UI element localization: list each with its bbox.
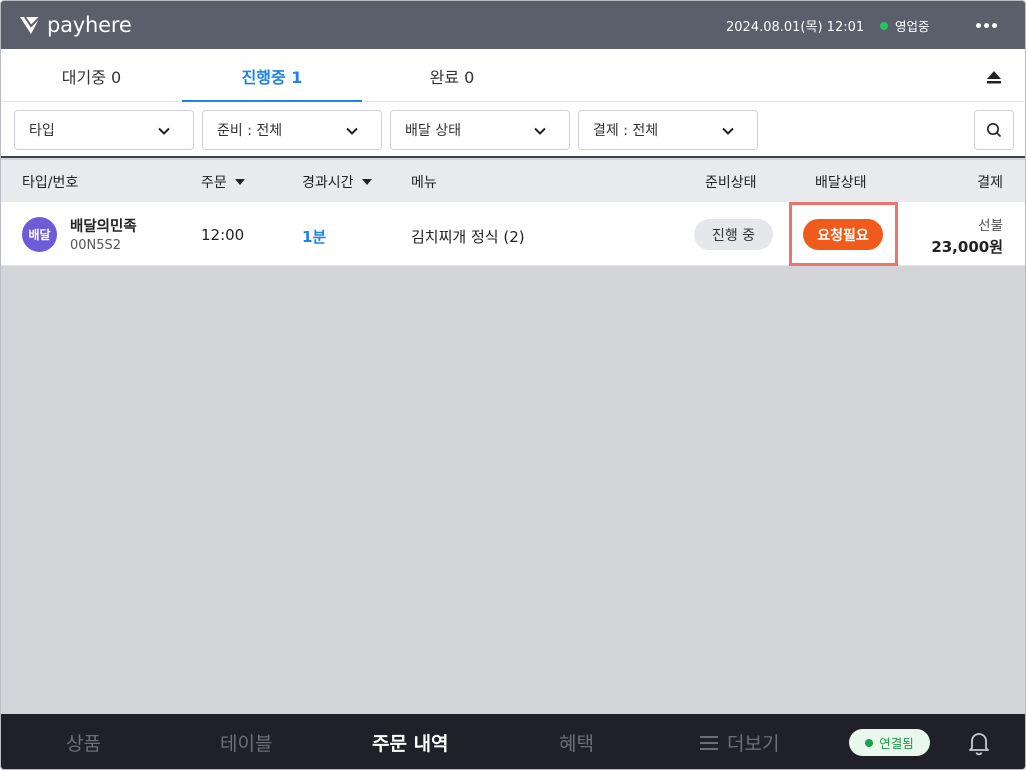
sort-caret-icon <box>234 179 245 185</box>
header-menu: 메뉴 <box>411 175 437 191</box>
order-status-tabs: 대기중 0 진행중 1 완료 0 <box>1 49 1025 103</box>
header-order-sort[interactable]: 주문 <box>201 172 245 192</box>
connection-status-badge[interactable]: 연결됨 <box>849 729 930 756</box>
order-number: 00N5S2 <box>70 238 122 253</box>
header-order-label: 주문 <box>201 175 227 191</box>
tab-completed[interactable]: 완료 0 <box>362 49 542 102</box>
prep-filter-label: 준비 : 전체 <box>217 123 283 139</box>
nav-tables[interactable]: 테이블 <box>220 729 272 756</box>
elapsed-time: 1분 <box>302 228 327 246</box>
current-datetime: 2024.08.01(목) 12:01 <box>726 20 865 35</box>
tab-in-progress[interactable]: 진행중 1 <box>182 49 362 103</box>
top-bar: payhere 2024.08.01(목) 12:01 영업중 <box>1 1 1025 49</box>
connected-dot-icon <box>865 738 874 747</box>
bottom-navigation: 상품 테이블 주문 내역 혜택 더보기 연결됨 <box>1 714 1025 769</box>
bell-icon[interactable] <box>967 730 991 756</box>
filter-bar: 타입 준비 : 전체 배달 상태 결제 : 전체 <box>1 102 1025 158</box>
chevron-down-icon <box>346 127 358 135</box>
chevron-down-icon <box>534 127 546 135</box>
nav-more-label: 더보기 <box>727 733 780 755</box>
store-status-label: 영업중 <box>895 19 930 34</box>
search-button[interactable] <box>974 110 1014 150</box>
sort-caret-icon <box>361 179 372 185</box>
header-delivery-status: 배달상태 <box>815 175 867 191</box>
connection-status-label: 연결됨 <box>879 736 914 751</box>
tab-waiting[interactable]: 대기중 0 <box>1 49 182 102</box>
nav-products[interactable]: 상품 <box>66 729 101 756</box>
type-filter-label: 타입 <box>29 123 55 139</box>
brand-logo: payhere <box>19 13 132 37</box>
nav-more[interactable]: 더보기 <box>700 729 779 756</box>
payment-amount: 23,000원 <box>931 238 1003 256</box>
table-row[interactable]: 배달 배달의민족 00N5S2 12:00 1분 김치찌개 정식 (2) 진행 … <box>1 202 1025 266</box>
header-elapsed-label: 경과시간 <box>302 175 354 191</box>
delivery-request-button[interactable]: 요청필요 <box>803 219 883 250</box>
nav-benefits[interactable]: 혜택 <box>559 729 594 756</box>
header-elapsed-sort[interactable]: 경과시간 <box>302 172 372 192</box>
order-platform: 배달의민족 <box>70 219 137 235</box>
header-payment: 결제 <box>977 175 1003 191</box>
store-status: 영업중 <box>880 16 930 35</box>
payment-filter-select[interactable]: 결제 : 전체 <box>578 110 758 150</box>
header-type-no: 타입/번호 <box>22 175 79 191</box>
delivery-filter-label: 배달 상태 <box>405 123 461 139</box>
chevron-down-icon <box>722 127 734 135</box>
payment-type: 선불 <box>978 218 1003 234</box>
prep-filter-select[interactable]: 준비 : 전체 <box>202 110 382 150</box>
search-icon <box>987 123 1002 138</box>
orders-table-header: 타입/번호 주문 경과시간 메뉴 준비상태 배달상태 결제 <box>1 160 1025 202</box>
prep-status-button[interactable]: 진행 중 <box>694 219 773 250</box>
more-dots-icon[interactable] <box>974 13 998 37</box>
order-menu: 김치찌개 정식 (2) <box>411 228 525 246</box>
order-time: 12:00 <box>201 226 245 244</box>
app-frame: payhere 2024.08.01(목) 12:01 영업중 대기중 0 진행… <box>0 0 1026 770</box>
delivery-filter-select[interactable]: 배달 상태 <box>390 110 570 150</box>
eject-icon[interactable] <box>984 68 1004 86</box>
type-filter-select[interactable]: 타입 <box>14 110 194 150</box>
order-type-avatar: 배달 <box>22 217 57 252</box>
payhere-logo-icon <box>20 16 41 34</box>
nav-orders[interactable]: 주문 내역 <box>372 729 449 756</box>
payment-filter-label: 결제 : 전체 <box>593 123 659 139</box>
brand-name: payhere <box>47 13 132 37</box>
status-dot-icon <box>880 21 888 30</box>
header-prep-status: 준비상태 <box>705 175 757 191</box>
chevron-down-icon <box>158 127 170 135</box>
hamburger-icon <box>700 735 718 750</box>
